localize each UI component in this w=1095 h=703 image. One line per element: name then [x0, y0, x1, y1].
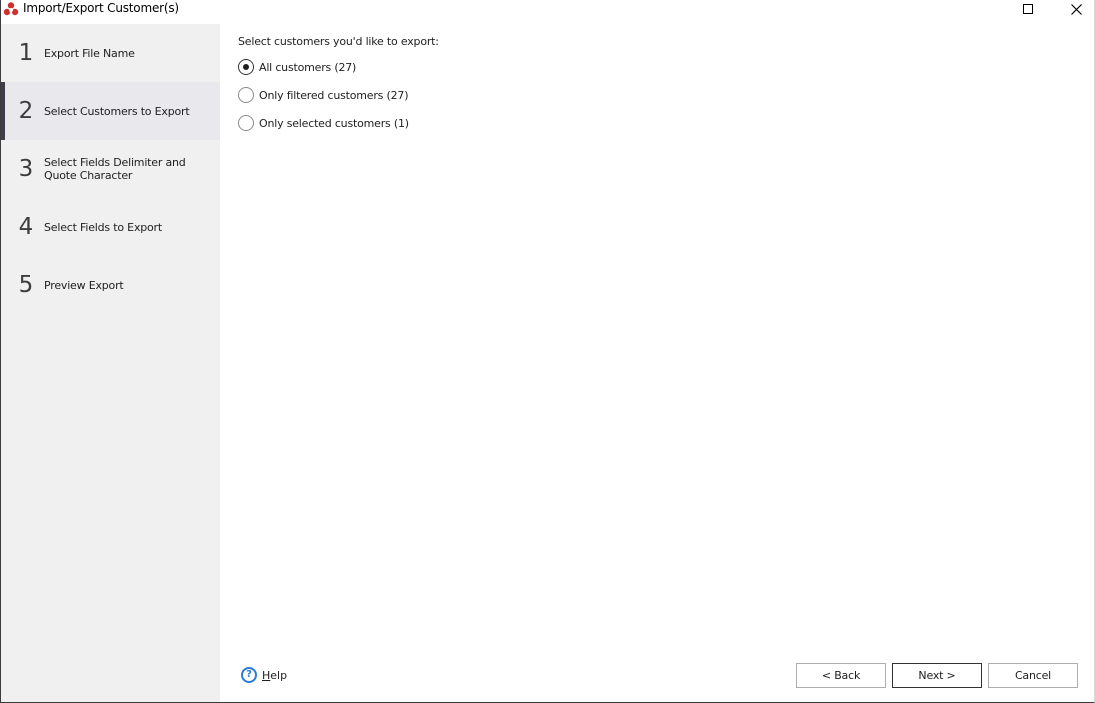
- close-icon: [1070, 3, 1082, 15]
- step-export-file-name[interactable]: 1 Export File Name: [1, 24, 220, 82]
- step-number: 1: [18, 40, 34, 66]
- wizard-content: Select customers you'd like to export: A…: [220, 24, 1094, 702]
- radio-label: All customers (27): [259, 60, 357, 74]
- help-link[interactable]: ? Help: [241, 667, 287, 683]
- step-number: 2: [18, 98, 34, 124]
- close-button[interactable]: [1056, 0, 1095, 18]
- step-preview-export[interactable]: 5 Preview Export: [1, 256, 220, 314]
- radio-button[interactable]: [238, 115, 254, 131]
- option-filtered-customers[interactable]: Only filtered customers (27): [238, 87, 408, 103]
- step-label: Select Fields Delimiter and Quote Charac…: [44, 156, 186, 182]
- export-prompt: Select customers you'd like to export:: [238, 35, 439, 48]
- help-label: Help: [262, 668, 288, 682]
- wizard-steps-sidebar: 1 Export File Name 2 Select Customers to…: [1, 24, 220, 702]
- radio-button[interactable]: [238, 59, 254, 75]
- next-button[interactable]: Next >: [892, 663, 982, 688]
- step-number: 3: [18, 156, 34, 182]
- step-number: 4: [18, 214, 34, 240]
- title-bar: Import/Export Customer(s): [1, 0, 1094, 24]
- radio-button[interactable]: [238, 87, 254, 103]
- import-export-dialog: Import/Export Customer(s) 1 Export File …: [0, 0, 1095, 703]
- back-button[interactable]: < Back: [796, 663, 886, 688]
- step-label: Select Customers to Export: [44, 104, 190, 118]
- step-label: Export File Name: [44, 46, 135, 60]
- option-selected-customers[interactable]: Only selected customers (1): [238, 115, 409, 131]
- radio-label: Only selected customers (1): [259, 116, 409, 130]
- step-select-delimiter[interactable]: 3 Select Fields Delimiter and Quote Char…: [1, 140, 220, 198]
- maximize-button[interactable]: [1008, 0, 1048, 18]
- help-icon: ?: [241, 667, 257, 683]
- app-logo-icon: [3, 1, 19, 17]
- step-number: 5: [18, 272, 34, 298]
- maximize-icon: [1023, 4, 1033, 14]
- step-label: Select Fields to Export: [44, 220, 162, 234]
- step-select-customers[interactable]: 2 Select Customers to Export: [1, 82, 220, 140]
- step-label: Preview Export: [44, 278, 124, 292]
- step-select-fields[interactable]: 4 Select Fields to Export: [1, 198, 220, 256]
- window-title: Import/Export Customer(s): [23, 1, 179, 15]
- radio-label: Only filtered customers (27): [259, 88, 409, 102]
- option-all-customers[interactable]: All customers (27): [238, 59, 356, 75]
- cancel-button[interactable]: Cancel: [988, 663, 1078, 688]
